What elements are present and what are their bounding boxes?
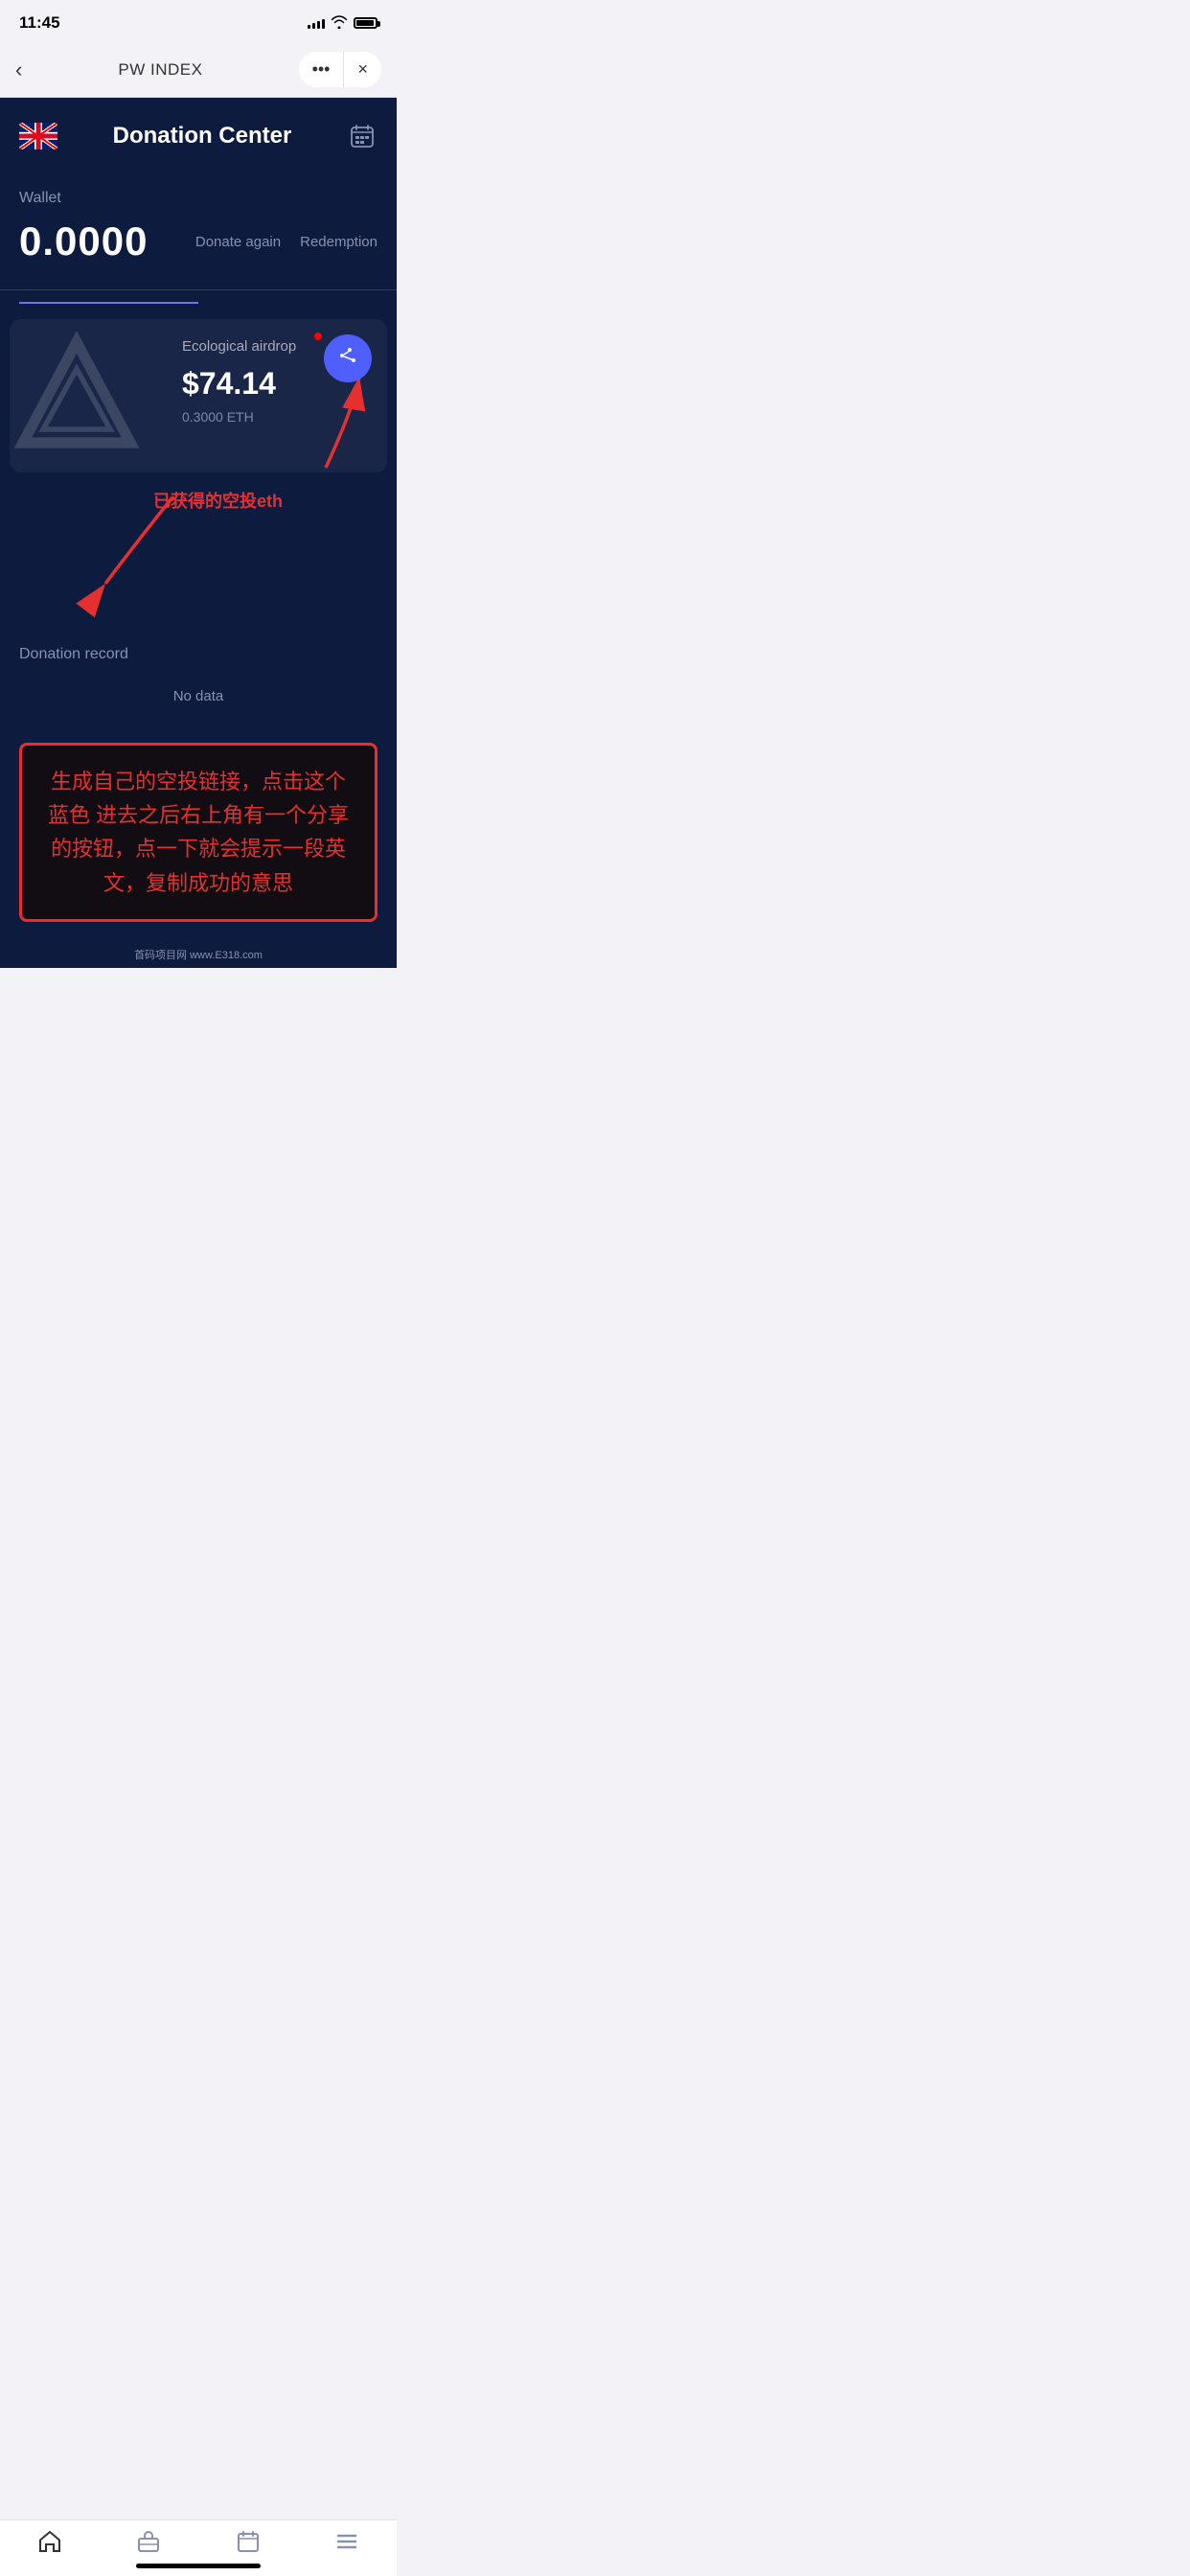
share-icon <box>334 342 361 375</box>
wallet-divider <box>0 289 397 290</box>
briefcase-icon <box>136 2530 161 2553</box>
menu-icon <box>334 2530 359 2553</box>
nav-briefcase[interactable] <box>100 2530 199 2553</box>
battery-icon <box>354 17 378 29</box>
nav-title: PW INDEX <box>118 60 202 80</box>
page-title: Donation Center <box>113 123 292 150</box>
tab-section <box>0 294 397 304</box>
donation-record-section: Donation record No data <box>0 636 397 733</box>
tab-second[interactable] <box>198 294 378 304</box>
wallet-row: 0.0000 Donate again Redemption <box>19 218 378 264</box>
home-indicator <box>136 2564 261 2568</box>
uk-flag-icon <box>19 123 57 150</box>
nav-bar: ‹ PW INDEX ••• × <box>0 42 397 98</box>
calendar-nav-icon <box>236 2530 261 2553</box>
donation-header: Donation Center <box>0 98 397 171</box>
airdrop-card: Ecological airdrop $74.14 0.3000 ETH <box>10 319 387 472</box>
annotation-chinese-text: 生成自己的空投链接，点击这个蓝色 进去之后右上角有一个分享的按钮，点一下就会提示… <box>41 765 355 900</box>
chinese-annotation-area: 已获得的空投eth <box>19 478 378 636</box>
redemption-button[interactable]: Redemption <box>300 234 378 250</box>
red-dot-indicator <box>314 333 322 340</box>
wallet-amount: 0.0000 <box>19 218 148 264</box>
nav-calendar[interactable] <box>198 2530 298 2553</box>
nav-menu[interactable] <box>298 2530 398 2553</box>
status-icons <box>308 15 378 32</box>
nav-actions: ••• × <box>299 52 381 87</box>
wifi-icon <box>331 15 348 32</box>
status-bar: 11:45 <box>0 0 397 42</box>
home-icon <box>37 2530 62 2553</box>
airdrop-eth: 0.3000 ETH <box>182 409 368 425</box>
tab-first[interactable] <box>19 294 198 304</box>
back-button[interactable]: ‹ <box>15 58 22 82</box>
no-data-label: No data <box>19 678 378 724</box>
wallet-actions: Donate again Redemption <box>195 234 378 250</box>
donate-again-button[interactable]: Donate again <box>195 234 281 250</box>
close-button[interactable]: × <box>344 52 381 87</box>
wallet-label: Wallet <box>19 190 378 207</box>
more-button[interactable]: ••• <box>299 52 345 87</box>
main-content: Donation Center Wallet 0.0000 Donate aga… <box>0 98 397 968</box>
bottom-nav <box>0 2519 397 2576</box>
donation-record-label: Donation record <box>19 646 378 663</box>
website-label: 首码项目网 www.E318.com <box>0 941 397 968</box>
card-region: Ecological airdrop $74.14 0.3000 ETH <box>0 319 397 472</box>
airdrop-share-button[interactable] <box>324 334 372 382</box>
signal-icon <box>308 17 325 29</box>
status-time: 11:45 <box>19 13 60 33</box>
calendar-icon[interactable] <box>347 121 378 151</box>
nav-home[interactable] <box>0 2530 100 2553</box>
card-content: Ecological airdrop $74.14 0.3000 ETH <box>29 338 368 449</box>
annotation-box: 生成自己的空投链接，点击这个蓝色 进去之后右上角有一个分享的按钮，点一下就会提示… <box>19 743 378 922</box>
annotation-label: 已获得的空投eth <box>153 488 283 513</box>
wallet-section: Wallet 0.0000 Donate again Redemption <box>0 171 397 274</box>
